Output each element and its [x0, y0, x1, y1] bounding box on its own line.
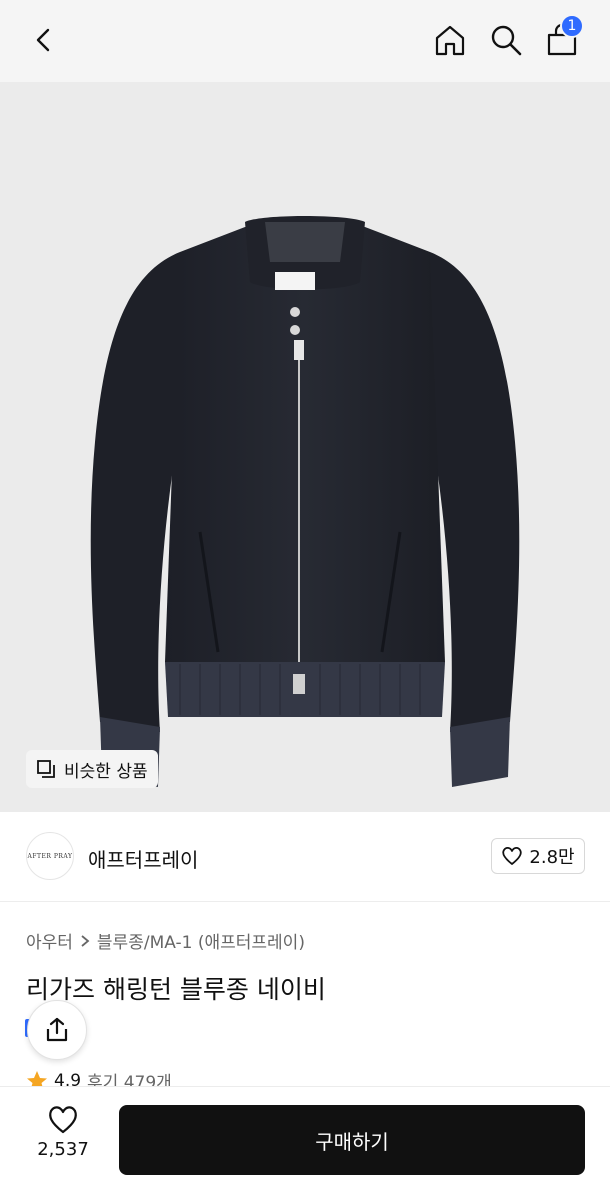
bottom-purchase-bar: 2,537 구매하기	[0, 1086, 610, 1200]
similar-icon	[37, 760, 55, 778]
heart-icon	[49, 1106, 77, 1134]
heart-icon	[502, 846, 523, 865]
cart-button[interactable]: 1	[538, 14, 586, 64]
home-button[interactable]	[426, 16, 474, 64]
wishlist-count: 2,537	[37, 1139, 89, 1160]
breadcrumb-category[interactable]: 아우터	[26, 928, 73, 953]
brand-logo[interactable]: AFTER PRAY	[26, 832, 74, 880]
breadcrumb: 아우터 블루종/MA-1 (애프터프레이)	[26, 928, 305, 953]
brand-logo-text: AFTER PRAY	[27, 852, 73, 860]
home-icon	[435, 25, 465, 56]
chevron-right-icon	[81, 934, 90, 947]
breadcrumb-subcategory[interactable]: 블루종/MA-1 (애프터프레이)	[97, 928, 305, 953]
brand-row: AFTER PRAY 애프터프레이 2.8만	[0, 812, 610, 902]
wishlist-button[interactable]: 2,537	[24, 1105, 102, 1175]
brand-like-button[interactable]: 2.8만	[491, 838, 585, 874]
top-nav: 1	[0, 0, 610, 82]
brand-name[interactable]: 애프터프레이	[88, 844, 198, 873]
back-icon	[36, 28, 50, 52]
back-button[interactable]	[20, 16, 68, 64]
product-title: 리가즈 해링턴 블루종 네이비	[26, 975, 326, 1004]
brand-like-count: 2.8만	[529, 847, 575, 868]
jacket-image	[90, 216, 520, 787]
buy-button[interactable]: 구매하기	[119, 1105, 585, 1175]
share-icon	[46, 1017, 68, 1042]
share-button[interactable]	[27, 1000, 87, 1060]
cart-count-badge: 1	[560, 14, 584, 38]
similar-products-label: 비슷한 상품	[64, 761, 148, 782]
search-icon	[491, 25, 522, 56]
product-image[interactable]: 비슷한 상품	[0, 82, 610, 812]
search-button[interactable]	[482, 16, 530, 64]
similar-products-button[interactable]: 비슷한 상품	[26, 750, 158, 788]
